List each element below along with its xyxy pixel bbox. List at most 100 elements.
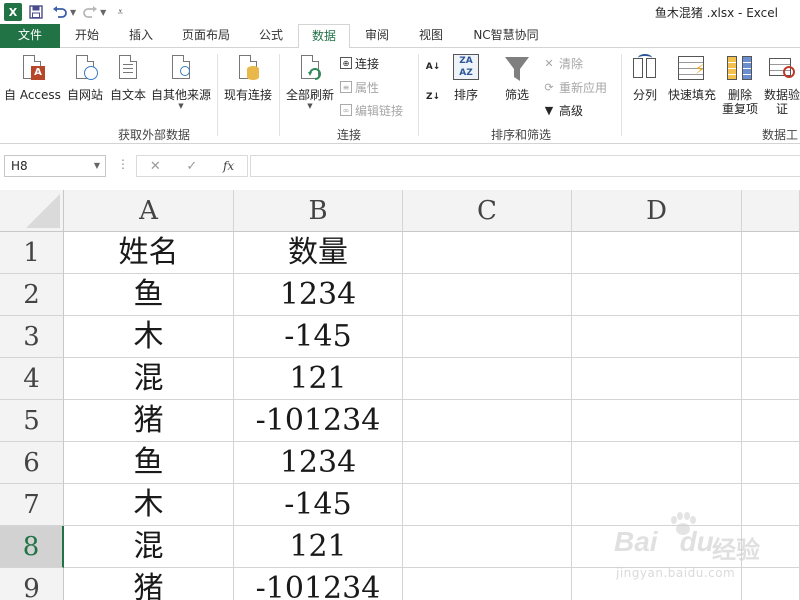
cell-a2[interactable]: 鱼 (64, 274, 234, 316)
row-header[interactable]: 6 (0, 442, 64, 484)
column-header-a[interactable]: A (64, 190, 234, 232)
redo-icon[interactable] (80, 2, 100, 22)
cancel-icon[interactable]: ✕ (150, 159, 161, 174)
from-other-sources-button[interactable]: 自其他来源 ▼ (150, 54, 212, 110)
cell-c1[interactable] (403, 232, 572, 274)
filter-button[interactable]: 筛选 (498, 54, 536, 102)
customize-qat-icon[interactable]: ⩡ (110, 2, 130, 22)
cell-e2[interactable] (742, 274, 800, 316)
row-header[interactable]: 5 (0, 400, 64, 442)
from-text-button[interactable]: 自文本 (107, 54, 149, 102)
sort-descending-button[interactable]: Z↓ (426, 88, 440, 106)
cell-c9[interactable] (403, 568, 572, 600)
cell-b6[interactable]: 1234 (234, 442, 403, 484)
cell-e7[interactable] (742, 484, 800, 526)
cell-d4[interactable] (572, 358, 742, 400)
save-icon[interactable] (26, 2, 46, 22)
tab-data[interactable]: 数据 (298, 24, 350, 49)
formula-input[interactable] (250, 155, 800, 177)
row-header[interactable]: 4 (0, 358, 64, 400)
column-header-d[interactable]: D (572, 190, 742, 232)
name-box-dropdown-icon[interactable]: ▼ (94, 156, 100, 176)
cell-a1[interactable]: 姓名 (64, 232, 234, 274)
cell-a5[interactable]: 猪 (64, 400, 234, 442)
cell-e6[interactable] (742, 442, 800, 484)
tab-view[interactable]: 视图 (404, 24, 458, 48)
row-header[interactable]: 3 (0, 316, 64, 358)
cell-d8[interactable] (572, 526, 742, 568)
insert-function-icon[interactable]: fx (223, 159, 234, 173)
formula-bar-grip-icon[interactable]: ⋮ (117, 157, 129, 171)
cell-d5[interactable] (572, 400, 742, 442)
tab-file[interactable]: 文件 (0, 24, 60, 48)
tab-page-layout[interactable]: 页面布局 (168, 24, 244, 48)
existing-connections-button[interactable]: 现有连接 (222, 54, 274, 102)
cell-a4[interactable]: 混 (64, 358, 234, 400)
redo-dropdown-icon[interactable]: ▼ (100, 8, 106, 17)
cell-c7[interactable] (403, 484, 572, 526)
from-access-button[interactable]: A 自 Access (4, 54, 61, 102)
cell-c8[interactable] (403, 526, 572, 568)
sort-ascending-button[interactable]: A↓ (426, 58, 441, 76)
cell-c6[interactable] (403, 442, 572, 484)
reapply-button[interactable]: ⟳ 重新应用 (542, 78, 607, 96)
cell-b1[interactable]: 数量 (234, 232, 403, 274)
row-header[interactable]: 1 (0, 232, 64, 274)
cell-d6[interactable] (572, 442, 742, 484)
tab-nc[interactable]: NC智慧协同 (458, 24, 554, 48)
connections-button[interactable]: ⊕ 连接 (340, 54, 379, 72)
cell-d1[interactable] (572, 232, 742, 274)
cell-a7[interactable]: 木 (64, 484, 234, 526)
cell-e3[interactable] (742, 316, 800, 358)
select-all-button[interactable] (0, 190, 64, 232)
cell-b2[interactable]: 1234 (234, 274, 403, 316)
cell-c2[interactable] (403, 274, 572, 316)
cell-b5[interactable]: -101234 (234, 400, 403, 442)
enter-icon[interactable]: ✓ (186, 159, 197, 174)
data-validation-button[interactable]: 数据验 证 (762, 54, 800, 116)
undo-icon[interactable] (50, 2, 70, 22)
remove-duplicates-button[interactable]: 删除 重复项 (720, 54, 760, 116)
row-header[interactable]: 9 (0, 568, 64, 600)
undo-dropdown-icon[interactable]: ▼ (70, 8, 76, 17)
from-web-button[interactable]: 自网站 (64, 54, 106, 102)
cell-e4[interactable] (742, 358, 800, 400)
tab-insert[interactable]: 插入 (114, 24, 168, 48)
tab-home[interactable]: 开始 (60, 24, 114, 48)
advanced-filter-button[interactable]: ▼ 高级 (542, 101, 583, 119)
cell-a9[interactable]: 猪 (64, 568, 234, 600)
cell-c4[interactable] (403, 358, 572, 400)
sort-button[interactable]: ZA AZ 排序 (448, 54, 484, 102)
refresh-all-button[interactable]: 全部刷新 ▼ (284, 54, 336, 110)
column-header-e[interactable] (742, 190, 800, 232)
tab-formulas[interactable]: 公式 (244, 24, 298, 48)
cell-c3[interactable] (403, 316, 572, 358)
cell-d9[interactable] (572, 568, 742, 600)
row-header-selected[interactable]: 8 (0, 526, 64, 568)
cell-a8[interactable]: 混 (64, 526, 234, 568)
cell-a3[interactable]: 木 (64, 316, 234, 358)
cell-e5[interactable] (742, 400, 800, 442)
flash-fill-button[interactable]: ⚡ 快速填充 (668, 54, 716, 102)
cell-e9[interactable] (742, 568, 800, 600)
cell-c5[interactable] (403, 400, 572, 442)
cell-e1[interactable] (742, 232, 800, 274)
cell-d7[interactable] (572, 484, 742, 526)
column-header-c[interactable]: C (403, 190, 572, 232)
column-header-b[interactable]: B (234, 190, 403, 232)
text-to-columns-button[interactable]: 分列 (626, 54, 664, 102)
tab-review[interactable]: 审阅 (350, 24, 404, 48)
cell-b8[interactable]: 121 (234, 526, 403, 568)
cell-b7[interactable]: -145 (234, 484, 403, 526)
cell-b4[interactable]: 121 (234, 358, 403, 400)
row-header[interactable]: 2 (0, 274, 64, 316)
edit-links-button[interactable]: ∞ 编辑链接 (340, 101, 403, 119)
cell-d3[interactable] (572, 316, 742, 358)
clear-filter-button[interactable]: ✕ 清除 (542, 54, 583, 72)
cell-b3[interactable]: -145 (234, 316, 403, 358)
cell-d2[interactable] (572, 274, 742, 316)
cell-e8[interactable] (742, 526, 800, 568)
name-box[interactable]: H8 ▼ (4, 155, 106, 177)
cell-b9[interactable]: -101234 (234, 568, 403, 600)
row-header[interactable]: 7 (0, 484, 64, 526)
